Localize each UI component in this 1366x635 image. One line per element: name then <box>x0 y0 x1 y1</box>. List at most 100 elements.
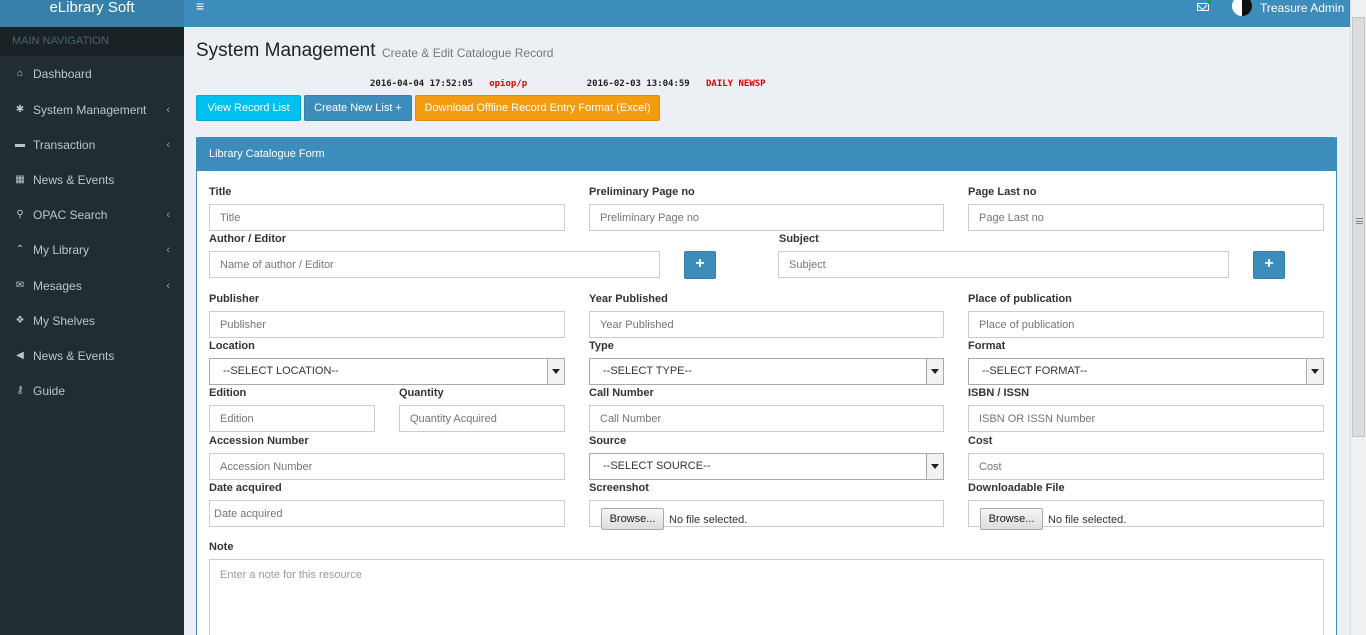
sidebar-item-my-library[interactable]: ⌃ My Library ‹ <box>0 232 184 267</box>
page-last-input[interactable] <box>968 204 1324 231</box>
sidebar: eLibrary Soft MAIN NAVIGATION ⌂ Dashboar… <box>0 0 184 635</box>
ticker-title: opiop/p <box>489 79 528 89</box>
add-subject-button[interactable]: + <box>1253 251 1285 279</box>
ticker-title: DAILY NEWSPAPERS N <box>705 79 766 89</box>
place-of-publication-input[interactable] <box>968 311 1324 338</box>
key-icon: ⚷ <box>16 385 24 396</box>
cost-input[interactable] <box>968 453 1324 480</box>
year-published-input[interactable] <box>589 311 944 338</box>
panel-heading: Library Catalogue Form <box>196 137 1337 171</box>
call-number-input[interactable] <box>589 405 944 432</box>
subject-input[interactable] <box>778 251 1229 278</box>
credit-card-icon: ▬ <box>15 139 25 150</box>
calendar-icon: ▦ <box>15 174 25 185</box>
nav-header: MAIN NAVIGATION <box>0 27 184 56</box>
sidebar-item-label: Dashboard <box>33 66 92 81</box>
chevron-down-icon[interactable] <box>547 359 564 384</box>
browse-button[interactable]: Browse... <box>980 508 1043 530</box>
dashboard-icon: ⌂ <box>16 68 24 79</box>
sidebar-item-guide[interactable]: ⚷ Guide <box>0 373 184 408</box>
date-acquired-label: Date acquired <box>209 482 282 494</box>
sidebar-item-opac-search[interactable]: ⚲ OPAC Search ‹ <box>0 197 184 232</box>
downloadable-file-input[interactable]: Browse... No file selected. <box>968 500 1324 530</box>
quantity-input[interactable] <box>399 405 565 432</box>
sidebar-item-label: Mesages <box>33 278 82 293</box>
source-label: Source <box>589 435 627 447</box>
page-title: System Management <box>196 40 376 61</box>
author-input[interactable] <box>209 251 660 278</box>
sidebar-item-label: Guide <box>33 383 66 398</box>
sidebar-item-label: OPAC Search <box>33 207 108 222</box>
format-select[interactable]: --SELECT FORMAT-- <box>968 358 1324 385</box>
cubes-icon: ❖ <box>15 315 25 326</box>
sidebar-item-system-management[interactable]: ✱ System Management ‹ <box>0 92 184 127</box>
call-number-label: Call Number <box>589 387 654 399</box>
title-input[interactable] <box>209 204 565 231</box>
sidebar-item-label: News & Events <box>33 172 115 187</box>
source-select-value: --SELECT SOURCE-- <box>603 460 711 472</box>
sidebar-item-mesages[interactable]: ✉ Mesages ‹ <box>0 268 184 303</box>
download-offline-format-button[interactable]: Download Offline Record Entry Format (Ex… <box>415 95 660 121</box>
note-label: Note <box>209 541 234 553</box>
user-name[interactable]: Treasure Admin <box>1260 1 1344 15</box>
chevron-left-icon: ‹ <box>166 208 170 221</box>
sidebar-item-news-events[interactable]: ▦ News & Events <box>0 162 184 197</box>
edition-label: Edition <box>209 387 247 399</box>
sidebar-item-dashboard[interactable]: ⌂ Dashboard <box>0 56 184 91</box>
publisher-input[interactable] <box>209 311 565 338</box>
page-scrollbar[interactable] <box>1350 0 1366 635</box>
type-select[interactable]: --SELECT TYPE-- <box>589 358 944 385</box>
title-label: Title <box>209 186 232 198</box>
create-new-list-button[interactable]: Create New List + <box>304 95 412 121</box>
sidebar-item-my-shelves[interactable]: ❖ My Shelves <box>0 303 184 338</box>
add-author-button[interactable]: + <box>684 251 716 279</box>
menu-toggle-icon[interactable]: ≡ <box>196 0 204 13</box>
sidebar-item-transaction[interactable]: ▬ Transaction ‹ <box>0 127 184 162</box>
place-of-publication-label: Place of publication <box>968 293 1072 305</box>
file-status: No file selected. <box>669 514 748 526</box>
top-navbar: ≡ Treasure Admin <box>184 0 1350 27</box>
ticker-date: 2016-04-04 17:52:05 <box>370 79 473 89</box>
quantity-label: Quantity <box>399 387 444 399</box>
type-select-value: --SELECT TYPE-- <box>603 365 692 377</box>
note-textarea[interactable]: Enter a note for this resource <box>209 559 1324 635</box>
location-select[interactable]: --SELECT LOCATION-- <box>209 358 565 385</box>
screenshot-label: Screenshot <box>589 482 649 494</box>
app-logo[interactable]: eLibrary Soft <box>0 0 184 27</box>
graduation-cap-icon: ⌃ <box>15 244 25 255</box>
edition-input[interactable] <box>209 405 375 432</box>
chevron-left-icon: ‹ <box>166 243 170 256</box>
file-status: No file selected. <box>1048 514 1127 526</box>
author-label: Author / Editor <box>209 233 286 245</box>
notification-dot <box>1207 0 1211 4</box>
page-last-label: Page Last no <box>968 186 1037 198</box>
chevron-left-icon: ‹ <box>166 103 170 116</box>
sidebar-item-label: News & Events <box>33 348 115 363</box>
chevron-down-icon[interactable] <box>1306 359 1323 384</box>
source-select[interactable]: --SELECT SOURCE-- <box>589 453 944 480</box>
sidebar-item-news-events-2[interactable]: ◀ News & Events <box>0 338 184 373</box>
location-select-value: --SELECT LOCATION-- <box>223 365 339 377</box>
sidebar-item-label: My Shelves <box>33 313 96 328</box>
isbn-input[interactable] <box>968 405 1324 432</box>
view-record-list-button[interactable]: View Record List <box>196 95 301 121</box>
envelope-icon[interactable] <box>1197 3 1209 11</box>
format-label: Format <box>968 340 1006 352</box>
avatar[interactable] <box>1232 0 1252 16</box>
chevron-down-icon[interactable] <box>926 454 943 479</box>
ticker-date: 2016-02-03 13:04:59 <box>586 79 690 89</box>
scrollbar-thumb[interactable] <box>1352 17 1365 437</box>
date-acquired-input[interactable] <box>209 500 565 527</box>
accession-number-input[interactable] <box>209 453 565 480</box>
screenshot-file-input[interactable]: Browse... No file selected. <box>589 500 944 530</box>
browse-button[interactable]: Browse... <box>601 508 664 530</box>
chevron-left-icon: ‹ <box>166 138 170 151</box>
chevron-down-icon[interactable] <box>926 359 943 384</box>
bullhorn-icon: ◀ <box>16 350 24 361</box>
chevron-left-icon: ‹ <box>166 279 170 292</box>
preliminary-page-input[interactable] <box>589 204 944 231</box>
location-label: Location <box>209 340 255 352</box>
downloadable-file-label: Downloadable File <box>968 482 1065 494</box>
sidebar-item-label: System Management <box>33 102 147 117</box>
page-subtitle: Create & Edit Catalogue Record <box>382 46 554 60</box>
